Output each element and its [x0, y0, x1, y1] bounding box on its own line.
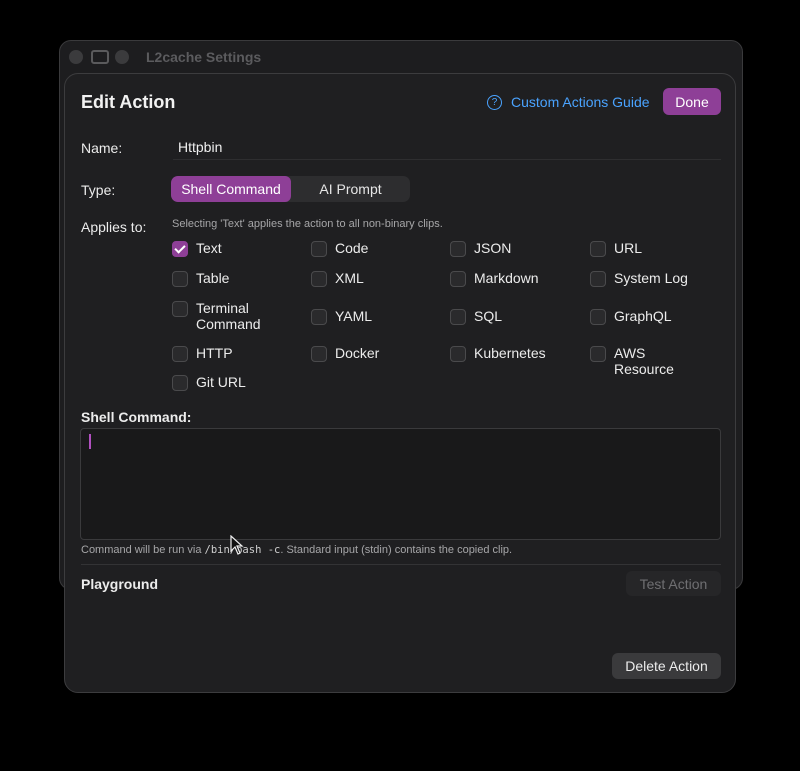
checkbox-markdown[interactable]: Markdown — [450, 270, 556, 287]
edit-action-sheet: Edit Action ? Custom Actions Guide Done … — [64, 73, 736, 693]
name-label: Name: — [81, 140, 123, 156]
checkbox-label: HTTP — [196, 345, 233, 361]
type-segmented-control: Shell Command AI Prompt — [171, 176, 410, 202]
checkbox-terminal-command[interactable]: Terminal Command — [172, 300, 278, 332]
checkbox-box[interactable] — [590, 271, 606, 287]
command-section-title: Shell Command: — [81, 409, 192, 425]
guide-link-label: Custom Actions Guide — [511, 94, 650, 110]
text-caret — [89, 434, 91, 449]
checkbox-label: YAML — [335, 308, 373, 324]
checkbox-label: JSON — [474, 240, 512, 256]
test-action-button[interactable]: Test Action — [626, 571, 721, 596]
checkbox-table[interactable]: Table — [172, 270, 278, 287]
checkbox-box[interactable] — [172, 241, 188, 257]
checkbox-yaml[interactable]: YAML — [311, 308, 417, 325]
checkbox-label: GraphQL — [614, 308, 672, 324]
name-field[interactable]: Httpbin — [173, 136, 721, 160]
checkbox-box[interactable] — [450, 346, 466, 362]
checkbox-box[interactable] — [172, 346, 188, 362]
checkbox-json[interactable]: JSON — [450, 240, 556, 257]
checkbox-box[interactable] — [311, 309, 327, 325]
window-control-button[interactable] — [115, 50, 129, 64]
checkbox-box[interactable] — [450, 309, 466, 325]
divider — [81, 564, 721, 565]
checkbox-kubernetes[interactable]: Kubernetes — [450, 345, 556, 362]
footnote-suffix: . Standard input (stdin) contains the co… — [280, 544, 513, 556]
done-button[interactable]: Done — [663, 88, 721, 115]
playground-title: Playground — [81, 576, 159, 592]
checkbox-box[interactable] — [311, 271, 327, 287]
checkbox-box[interactable] — [590, 309, 606, 325]
title-bar: L2cache Settings — [60, 41, 742, 75]
checkbox-label: Code — [335, 240, 369, 256]
command-footnote: Command will be run via /bin/bash -c. St… — [81, 544, 512, 556]
checkbox-sql[interactable]: SQL — [450, 308, 556, 325]
delete-action-button[interactable]: Delete Action — [612, 653, 721, 679]
checkbox-label: Docker — [335, 345, 380, 361]
checkbox-label: System Log — [614, 270, 688, 286]
sidebar-toggle-icon[interactable] — [91, 50, 109, 64]
checkbox-docker[interactable]: Docker — [311, 345, 417, 362]
applies-to-hint: Selecting 'Text' applies the action to a… — [172, 218, 443, 230]
mouse-pointer-icon — [230, 535, 244, 555]
checkbox-code[interactable]: Code — [311, 240, 417, 257]
checkbox-label: Kubernetes — [474, 345, 546, 361]
shell-command-editor[interactable] — [80, 428, 721, 540]
checkbox-box[interactable] — [450, 271, 466, 287]
checkbox-label: Git URL — [196, 374, 246, 390]
checkbox-label: Markdown — [474, 270, 539, 286]
checkbox-box[interactable] — [590, 346, 606, 362]
checkbox-graphql[interactable]: GraphQL — [590, 308, 696, 325]
question-circle-icon: ? — [487, 94, 502, 110]
applies-to-label: Applies to: — [81, 219, 147, 235]
checkbox-system-log[interactable]: System Log — [590, 270, 696, 287]
footnote-prefix: Command will be run via — [81, 544, 205, 556]
checkbox-url[interactable]: URL — [590, 240, 696, 257]
custom-actions-guide-link[interactable]: ? Custom Actions Guide — [487, 94, 650, 110]
checkbox-label: AWS Resource — [614, 345, 674, 377]
type-option-ai-prompt[interactable]: AI Prompt — [291, 176, 410, 202]
checkbox-box[interactable] — [450, 241, 466, 257]
checkbox-label: Table — [196, 270, 230, 286]
checkbox-box[interactable] — [172, 271, 188, 287]
checkbox-box[interactable] — [172, 375, 188, 391]
checkbox-label: XML — [335, 270, 364, 286]
checkbox-aws-resource[interactable]: AWS Resource — [590, 345, 696, 377]
type-label: Type: — [81, 182, 116, 198]
checkbox-text[interactable]: Text — [172, 240, 278, 257]
checkbox-box[interactable] — [311, 346, 327, 362]
checkbox-label: Terminal Command — [196, 300, 261, 332]
checkbox-box[interactable] — [172, 301, 188, 317]
checkbox-label: URL — [614, 240, 643, 256]
type-option-shell-command[interactable]: Shell Command — [171, 176, 291, 202]
close-window-button[interactable] — [69, 50, 83, 64]
checkbox-http[interactable]: HTTP — [172, 345, 278, 362]
checkbox-label: Text — [196, 240, 222, 256]
checkbox-box[interactable] — [590, 241, 606, 257]
sheet-title: Edit Action — [81, 92, 176, 112]
window-title: L2cache Settings — [146, 49, 262, 65]
checkbox-label: SQL — [474, 308, 503, 324]
checkbox-git-url[interactable]: Git URL — [172, 374, 278, 391]
checkbox-box[interactable] — [311, 241, 327, 257]
checkbox-xml[interactable]: XML — [311, 270, 417, 287]
